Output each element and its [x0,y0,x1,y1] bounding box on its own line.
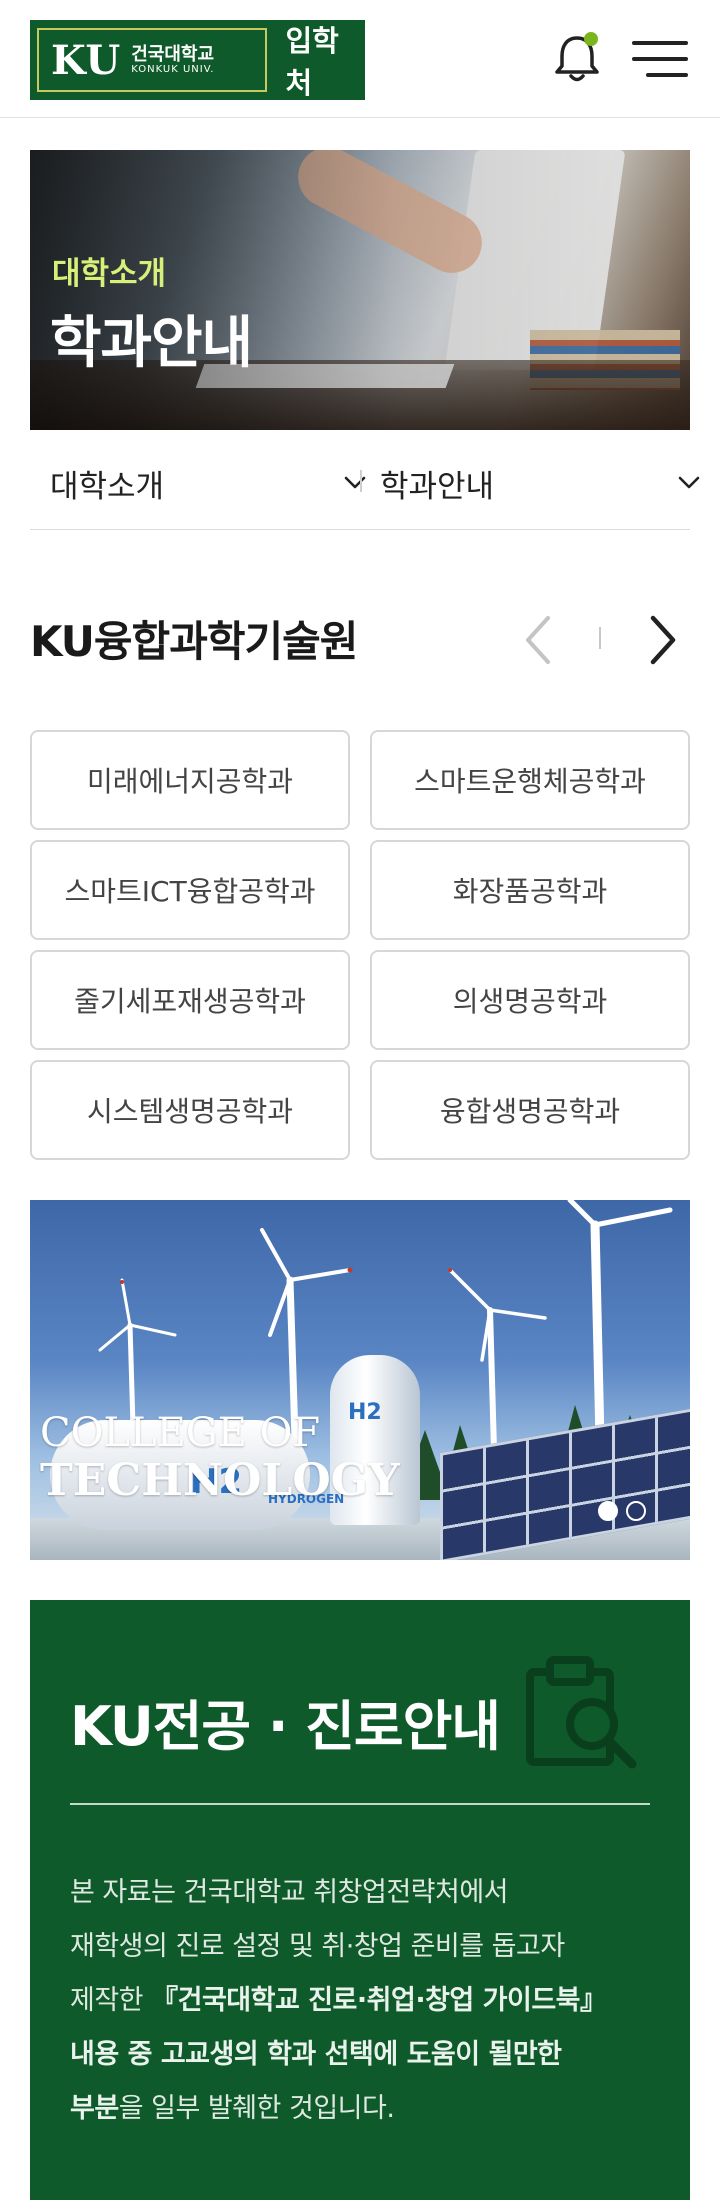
career-guide-title: KU전공 · 진로안내 [70,1695,501,1758]
description-bold: 부분 [70,2093,119,2124]
chevron-left-icon[interactable] [520,612,556,668]
department-button[interactable]: 줄기세포재생공학과 [30,950,350,1050]
chevron-down-icon [678,476,700,489]
banner-title-line2: TECHNOLOGY [40,1455,400,1506]
page-select-label: 학과안내 [380,468,495,505]
page: KU 건국대학교 KONKUK UNIV. 입학처 대학소개 학과안내 대학소개… [0,0,720,2200]
category-select-label: 대학소개 [50,468,165,505]
bell-icon[interactable] [552,30,602,86]
banner-title-line1: COLLEGE OF [40,1410,321,1456]
description-line: 부분을 일부 발췌한 것입니다. [70,2082,660,2136]
select-divider [360,470,362,492]
notification-dot [584,32,598,46]
department-button[interactable]: 시스템생명공학과 [30,1060,350,1160]
category-select[interactable]: 대학소개 [50,436,366,530]
section-title: KU융합과학기술원 [30,617,358,666]
slider-dot[interactable] [626,1501,646,1521]
department-button[interactable]: 화장품공학과 [370,840,690,940]
logo-english-name: KONKUK UNIV. [131,64,215,76]
card-divider [70,1803,650,1805]
konkuk-admission-logo[interactable]: KU 건국대학교 KONKUK UNIV. 입학처 [30,20,365,100]
hero-subtitle: 대학소개 [52,256,167,292]
hamburger-menu-icon[interactable] [632,38,688,80]
clipboard-search-icon [526,1656,637,1769]
logo-office-name: 입학처 [285,24,339,100]
department-button[interactable]: 스마트ICT융합공학과 [30,840,350,940]
career-guide-description: 본 자료는 건국대학교 취창업전략처에서 재학생의 진로 설정 및 취·창업 준… [70,1866,660,2136]
description-line: 재학생의 진로 설정 및 취·창업 준비를 돕고자 [70,1931,565,1962]
logo-korean-name: 건국대학교 [131,43,215,65]
logo-ku-text: KU [51,36,122,84]
hero-title: 학과안내 [50,311,253,376]
department-button[interactable]: 스마트운행체공학과 [370,730,690,830]
logo-emblem-box: KU 건국대학교 KONKUK UNIV. [37,28,268,92]
slider-pagination [598,1501,646,1521]
department-button[interactable]: 융합생명공학과 [370,1060,690,1160]
banner-title: COLLEGE OF TECHNOLOGY [40,1410,400,1507]
career-guide-card[interactable]: KU전공 · 진로안내 본 자료는 건국대학교 취창업전략처에서 재학생의 진로… [30,1600,690,2200]
department-button[interactable]: 의생명공학과 [370,950,690,1050]
description-text: 을 일부 발췌한 것입니다. [118,2093,395,2124]
chevron-right-icon[interactable] [645,612,681,668]
arrow-divider [599,627,601,649]
site-header: KU 건국대학교 KONKUK UNIV. 입학처 [0,0,720,118]
description-line: 내용 중 고교생의 학과 선택에 도움이 될만한 [70,2028,660,2082]
breadcrumb-selects: 대학소개 학과안내 [30,436,700,530]
hero-banner: 대학소개 학과안내 [30,150,690,430]
description-bold: 내용 중 고교생의 학과 선택에 도움이 될만한 [70,2039,562,2070]
page-select[interactable]: 학과안내 [380,436,700,530]
guidebook-title: 『건국대학교 진로·취업·창업 가이드북』 [151,1985,607,2016]
department-button[interactable]: 미래에너지공학과 [30,730,350,830]
slider-dot-active[interactable] [598,1501,618,1521]
chevron-down-icon [344,476,366,489]
description-line: 제작한 『건국대학교 진로·취업·창업 가이드북』 [70,1974,660,2028]
logo-names: 건국대학교 KONKUK UNIV. [131,43,215,76]
description-text: 제작한 [70,1985,152,2016]
description-line: 본 자료는 건국대학교 취창업전략처에서 [70,1877,509,1908]
